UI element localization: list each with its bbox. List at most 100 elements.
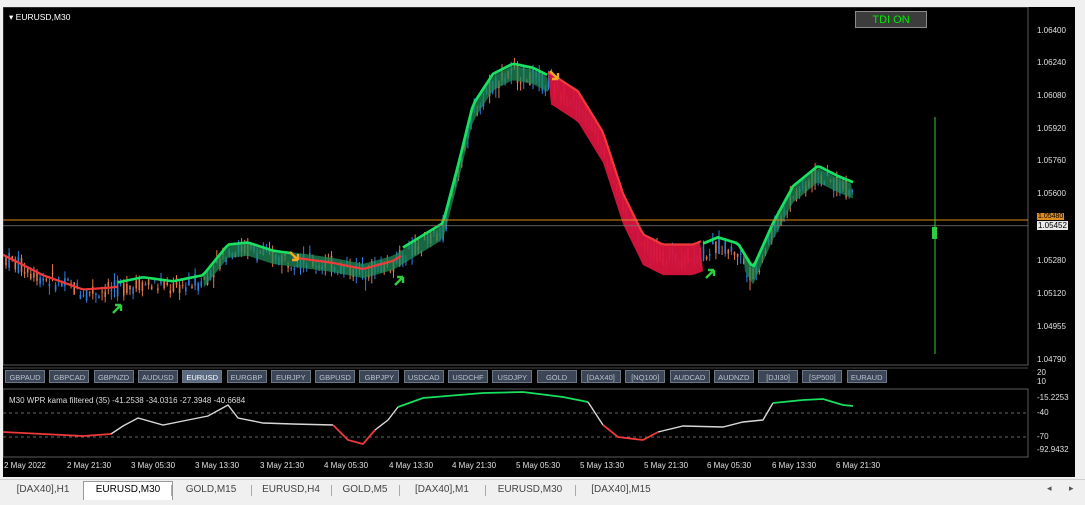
candle-body <box>736 253 739 257</box>
indicator-level-label: -15.2253 <box>1037 393 1069 402</box>
chart-title: ▾ EURUSD,M30 <box>9 12 70 23</box>
candle-body <box>730 246 733 252</box>
chart-tab[interactable]: [DAX40],M1 <box>399 482 485 498</box>
candle-body <box>739 253 742 255</box>
candle-body <box>364 277 367 280</box>
time-tick-label: 6 May 21:30 <box>836 461 881 470</box>
chart-tab[interactable]: EURUSD,H4 <box>251 482 331 498</box>
candle-body <box>178 284 181 294</box>
symbol-button-sp500[interactable]: [SP500] <box>802 370 843 383</box>
price-tick-label: 1.05600 <box>1037 189 1066 198</box>
symbol-button-usdcad[interactable]: USDCAD <box>403 370 444 383</box>
symbol-button-gbpnzd[interactable]: GBPNZD <box>93 370 134 383</box>
candle-body <box>708 254 711 256</box>
candle-body <box>141 282 144 292</box>
indicator-level-label: 10 <box>1037 377 1046 386</box>
chart-tab[interactable]: GOLD,M5 <box>331 482 399 498</box>
candle-body <box>48 283 51 287</box>
current-bar-marker <box>932 227 937 239</box>
candle-body <box>147 279 150 285</box>
tab-scroll-right-icon[interactable]: ▸ <box>1069 483 1074 494</box>
candle-body <box>39 277 41 285</box>
vertical-scrollbar[interactable] <box>1075 7 1081 477</box>
chart-tab[interactable]: [DAX40],M15 <box>575 482 667 498</box>
symbol-button-gbpcad[interactable]: GBPCAD <box>49 370 90 383</box>
symbol-button-eurusd[interactable]: EURUSD <box>182 370 223 383</box>
tab-scroll-left-icon[interactable]: ◂ <box>1047 483 1052 494</box>
candle-body <box>45 279 48 281</box>
candle-body <box>51 272 54 274</box>
candle-body <box>733 251 736 256</box>
symbol-button-dji30[interactable]: [DJI30] <box>758 370 799 383</box>
candle-body <box>144 283 147 286</box>
candle-body <box>132 287 134 294</box>
chart-tab-bar: [DAX40],H1 EURUSD,M30 GOLD,M15 EURUSD,H4 GOL… <box>0 479 1085 500</box>
symbol-button-usdjpy[interactable]: USDJPY <box>492 370 533 383</box>
symbol-button-audusd[interactable]: AUDUSD <box>137 370 178 383</box>
symbol-button-usdchf[interactable]: USDCHF <box>448 370 488 383</box>
tdi-toggle-button[interactable]: TDI ON <box>855 11 927 28</box>
price-tick-label: 1.04790 <box>1037 355 1066 364</box>
candle-body <box>101 291 103 293</box>
candle-body <box>107 282 110 287</box>
symbol-button-nq100[interactable]: [NQ100] <box>625 370 666 383</box>
symbol-button-gbpusd[interactable]: GBPUSD <box>315 370 356 383</box>
candle-body <box>5 257 7 266</box>
symbol-button-bar: GBPAUD GBPCAD GBPNZD AUDUSD EURUSD EURGBP EURJ… <box>3 368 1033 386</box>
candle-body <box>42 278 44 281</box>
symbol-button-audnzd[interactable]: AUDNZD <box>713 370 754 383</box>
symbol-button-gold[interactable]: GOLD <box>536 370 577 383</box>
candle-body <box>519 82 522 84</box>
candle-body <box>67 278 69 281</box>
candle-body <box>746 275 748 277</box>
time-tick-label: 5 May 13:30 <box>580 461 625 470</box>
chevron-down-icon[interactable]: ▾ <box>9 12 13 22</box>
candle-body <box>200 281 203 287</box>
chart-tab[interactable]: [DAX40],H1 <box>3 482 83 498</box>
candle-body <box>150 286 153 290</box>
chart-window[interactable] <box>3 7 1081 477</box>
candle-body <box>721 253 723 255</box>
time-tick-label: 5 May 05:30 <box>516 461 561 470</box>
candle-body <box>138 278 141 291</box>
candle-body <box>129 285 131 290</box>
chart-tab[interactable]: EURUSD,M30 <box>83 481 173 500</box>
chart-tab[interactable]: GOLD,M15 <box>171 482 251 498</box>
price-tick-label: 1.05920 <box>1037 124 1066 133</box>
candle-body <box>718 238 720 255</box>
symbol-button-eurjpy[interactable]: EURJPY <box>270 370 311 383</box>
time-tick-label: 6 May 13:30 <box>772 461 817 470</box>
candle-body <box>166 282 168 286</box>
orange-level-tag: 1.05480 <box>1037 213 1065 220</box>
candle-body <box>290 268 292 270</box>
symbol-button-gbpaud[interactable]: GBPAUD <box>5 370 45 383</box>
time-tick-label: 2 May 21:30 <box>67 461 112 470</box>
indicator-level-label: 20 <box>1037 368 1046 377</box>
symbol-button-gbpjpy[interactable]: GBPJPY <box>359 370 400 383</box>
candle-body <box>110 289 113 292</box>
time-tick-label: 5 May 21:30 <box>644 461 689 470</box>
candle-body <box>169 290 172 294</box>
price-tick-label: 1.05760 <box>1037 156 1066 165</box>
candle-body <box>92 286 94 294</box>
candle-body <box>727 249 730 254</box>
candle-body <box>33 273 35 278</box>
candle-body <box>181 284 184 286</box>
price-tick-label: 1.06400 <box>1037 26 1066 35</box>
candle-body <box>123 283 125 296</box>
price-tick-label: 1.04955 <box>1037 322 1066 331</box>
price-tick-label: 1.05452 <box>1037 221 1068 230</box>
symbol-button-dax40[interactable]: [DAX40] <box>580 370 621 383</box>
price-chart-svg[interactable] <box>3 7 1081 477</box>
candle-body <box>185 287 187 292</box>
symbol-button-eurgbp[interactable]: EURGBP <box>226 370 267 383</box>
symbol-button-euraud[interactable]: EURAUD <box>846 370 887 383</box>
symbol-button-audcad[interactable]: AUDCAD <box>669 370 710 383</box>
time-tick-label: 3 May 05:30 <box>131 461 176 470</box>
candle-body <box>73 282 75 295</box>
chart-tab[interactable]: EURUSD,M30 <box>485 482 575 498</box>
candle-body <box>30 273 32 279</box>
candle-body <box>702 245 705 261</box>
indicator-level-label: -40 <box>1037 408 1049 417</box>
time-tick-label: 3 May 21:30 <box>260 461 305 470</box>
